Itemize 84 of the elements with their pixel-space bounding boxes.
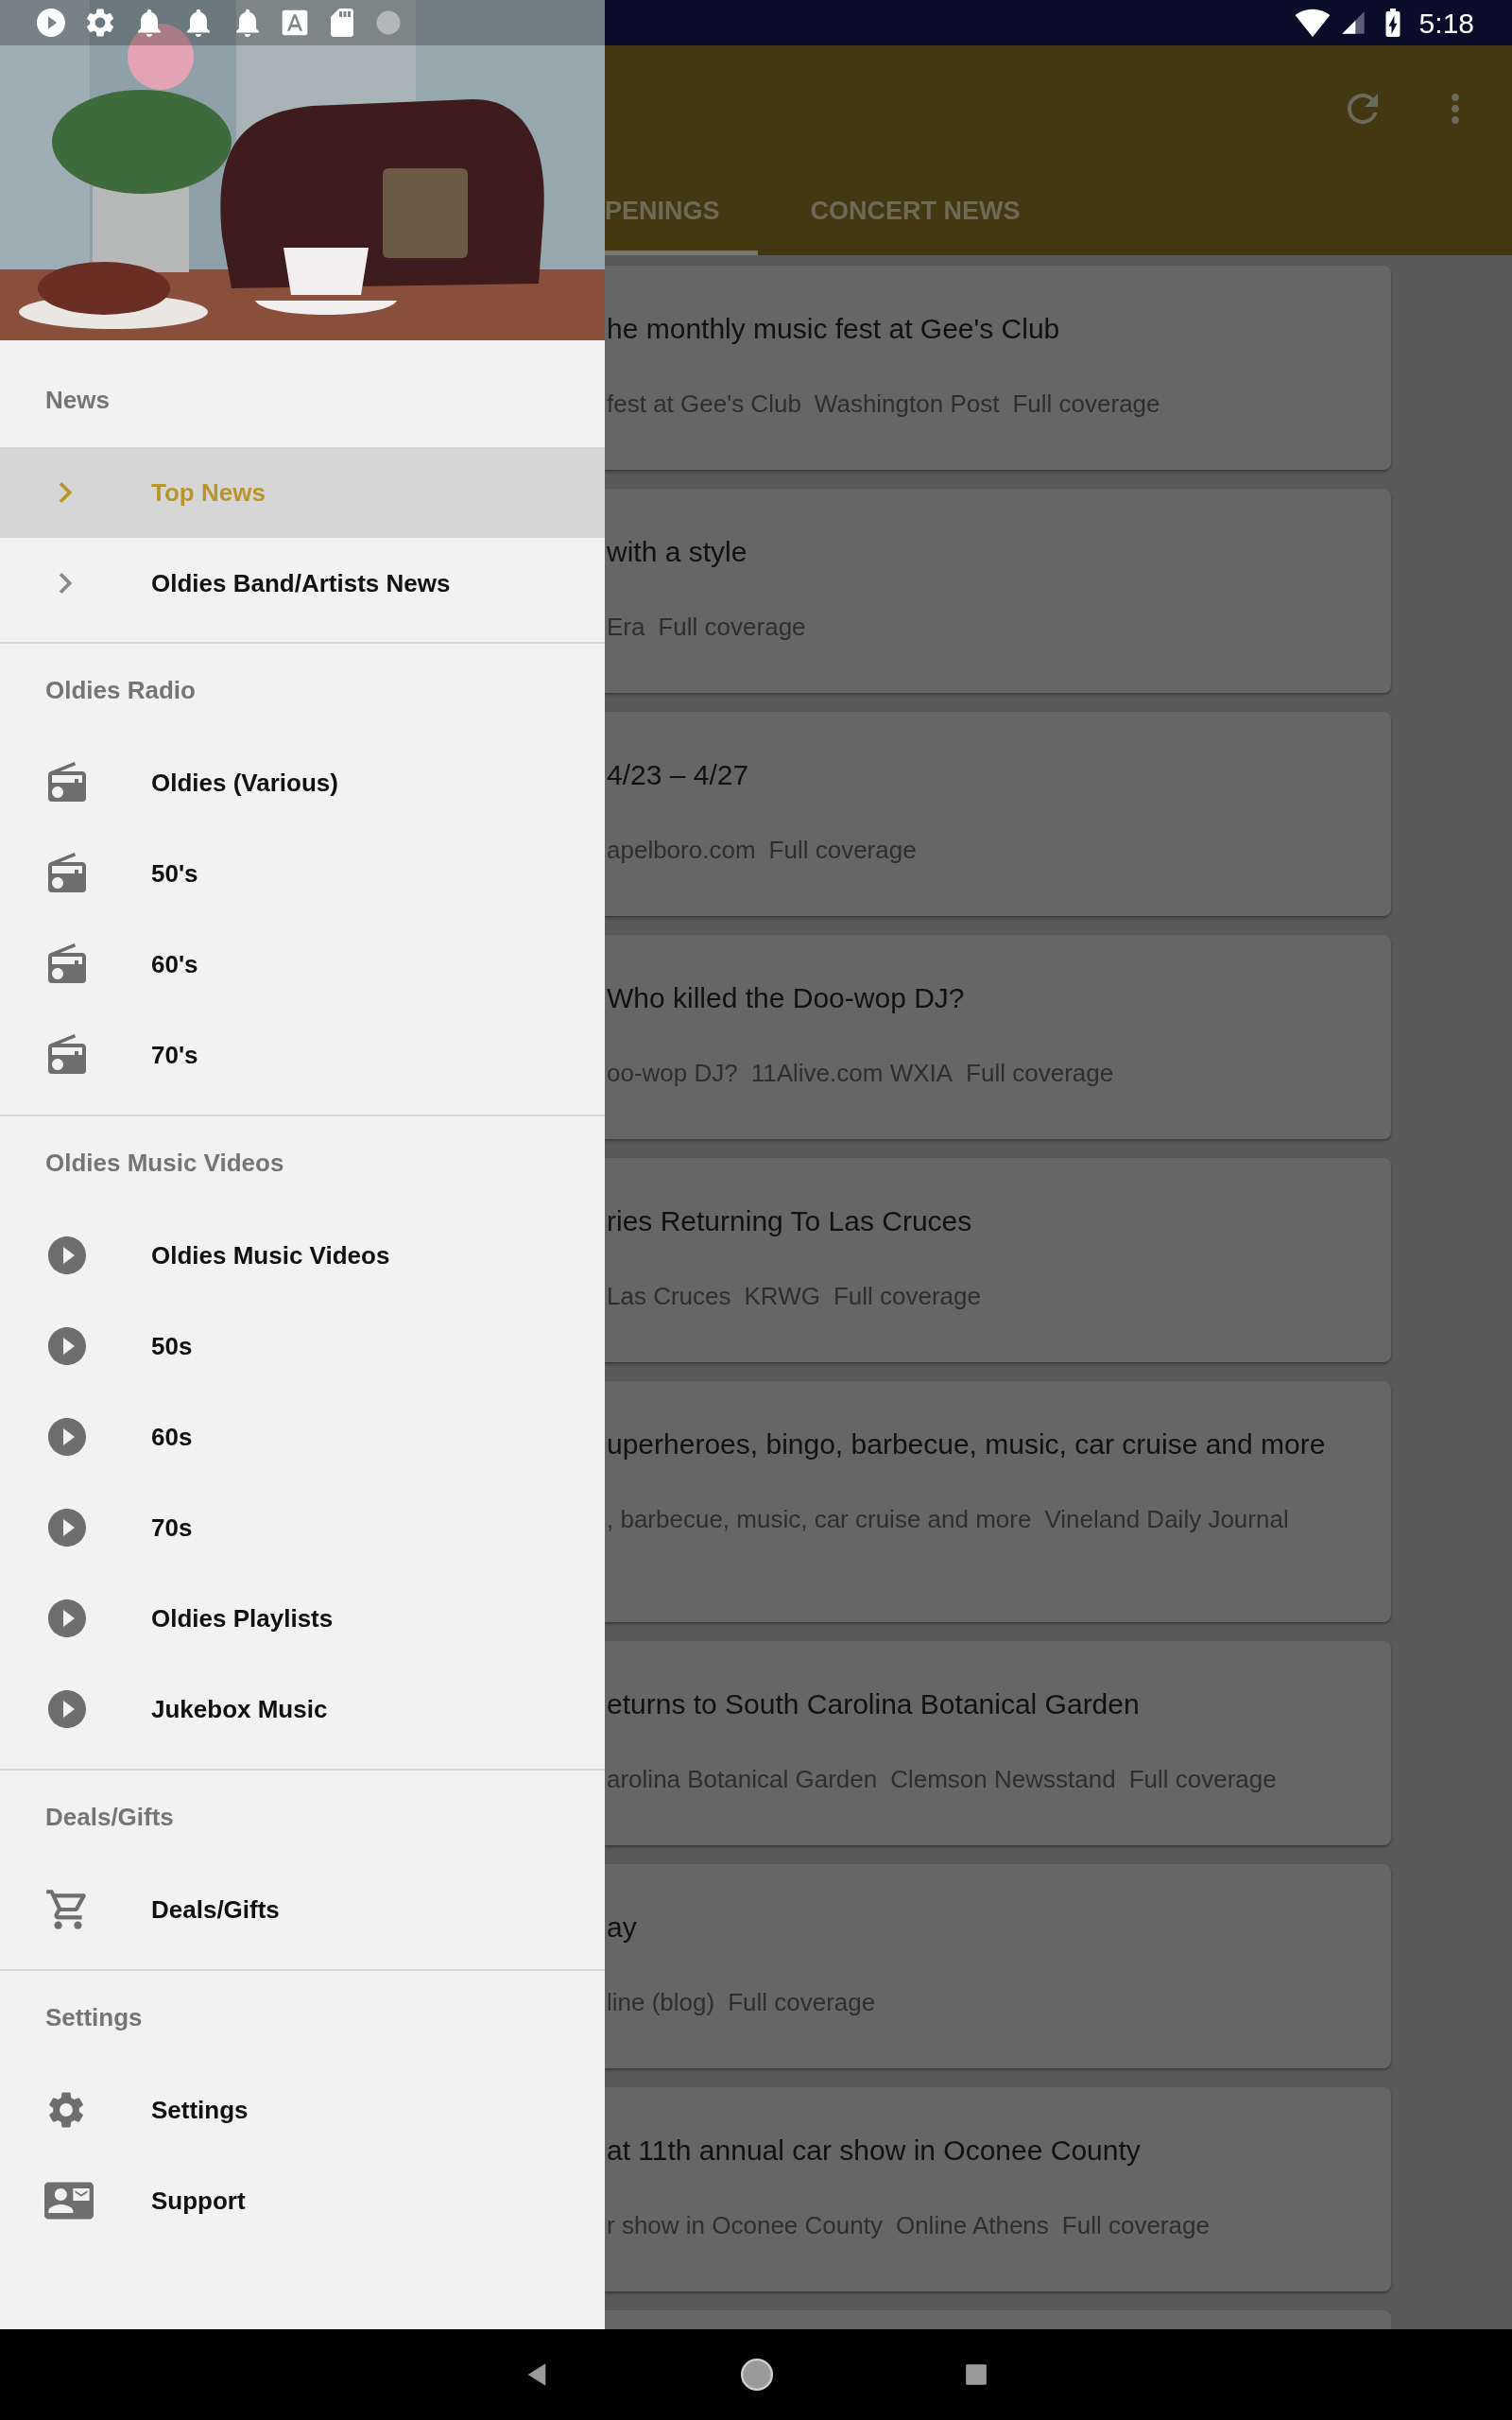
headline: uperheroes, bingo, barbecue, music, car cruise and more (607, 1427, 1327, 1461)
drawer-item-label: Oldies (Various) (151, 767, 338, 799)
home-icon[interactable] (739, 2357, 775, 2393)
source-link[interactable]: Era (607, 609, 645, 646)
circle-icon (374, 9, 403, 37)
news-card[interactable]: ay line (blog) Full coverage (605, 1864, 1391, 2068)
source-link[interactable]: Vineland Daily Journal (1044, 1501, 1289, 1538)
news-card[interactable]: with a style Era Full coverage (605, 489, 1391, 693)
drawer-item-label: 50's (151, 857, 198, 890)
news-card[interactable]: eturns to South Carolina Botanical Garden arolina Botanical Garden Clemson Newsstand Full coverage (605, 1641, 1391, 1845)
source-link[interactable]: Las Cruces (607, 1278, 731, 1315)
drawer-item-label: 70's (151, 1039, 198, 1071)
drawer-item[interactable]: 60s (0, 1392, 605, 1482)
headline: Who killed the Doo-wop DJ? (607, 981, 966, 1015)
drawer-item[interactable]: 70s (0, 1482, 605, 1573)
source-link[interactable]: Full coverage (1012, 386, 1160, 423)
headline: at 11th annual car show in Oconee County (607, 2134, 1142, 2168)
source-link[interactable]: Online Athens (895, 2207, 1049, 2244)
recents-icon[interactable] (964, 2362, 988, 2387)
headline: ries Returning To Las Cruces (607, 1204, 973, 1238)
news-card[interactable]: Who killed the Doo-wop DJ? oo-wop DJ? 11Alive.com WXIA Full coverage (605, 935, 1391, 1139)
headline: he monthly music fest at Gee's Club (607, 312, 1061, 346)
headline: with a style (607, 535, 748, 569)
source-link[interactable]: arolina Botanical Garden (607, 1761, 878, 1798)
drawer-item[interactable]: Settings (0, 2065, 605, 2155)
source-link[interactable]: , barbecue, music, car cruise and more (607, 1501, 1032, 1538)
drawer-item[interactable]: Oldies Music Videos (0, 1210, 605, 1301)
source-link[interactable]: oo-wop DJ? (607, 1055, 738, 1092)
section-header: Settings (45, 2002, 143, 2033)
source-link[interactable]: Full coverage (966, 1055, 1114, 1092)
drawer-item-label: 60s (151, 1421, 193, 1453)
signal-icon (1339, 9, 1366, 36)
drawer-item[interactable]: Support (0, 2155, 605, 2246)
section-header: Oldies Music Videos (45, 1148, 284, 1179)
source-link[interactable]: 11Alive.com WXIA (750, 1055, 954, 1092)
tab[interactable]: CONCERT NEWS (757, 172, 1074, 255)
drawer-item[interactable]: 50s (0, 1301, 605, 1392)
drawer-item[interactable]: Deals/Gifts (0, 1864, 605, 1955)
drawer-item[interactable]: 60's (0, 919, 605, 1010)
news-card[interactable]: ries Returning To Las Cruces Las Cruces KRWG Full coverage (605, 1158, 1391, 1362)
drawer-item[interactable]: Top News (0, 447, 605, 538)
source-link[interactable]: Full coverage (728, 1984, 876, 2021)
drawer-item[interactable]: Jukebox Music (0, 1664, 605, 1754)
status-time: 5:18 (1418, 6, 1474, 41)
source-link[interactable]: Full coverage (658, 609, 806, 646)
source-link[interactable]: Clemson Newsstand (890, 1761, 1116, 1798)
drawer-item[interactable]: Oldies Band/Artists News (0, 538, 605, 629)
drawer-item-label: 60's (151, 948, 198, 980)
news-card[interactable]: he monthly music fest at Gee's Club fest at Gee's Club Washington Post Full coverage (605, 266, 1391, 470)
source-link[interactable]: apelboro.com (607, 832, 756, 869)
section-header: News (45, 385, 110, 416)
headline: 4/23 – 4/27 (607, 758, 750, 792)
news-card[interactable]: 4/23 – 4/27 apelboro.com Full coverage (605, 712, 1391, 916)
drawer-item-label: Jukebox Music (151, 1693, 328, 1725)
source-link[interactable]: Full coverage (833, 1278, 981, 1315)
tab[interactable]: PENINGS (605, 172, 758, 255)
source-link[interactable]: Full coverage (768, 832, 917, 869)
source-link[interactable]: KRWG (744, 1278, 820, 1315)
drawer-item-label: Support (151, 2185, 246, 2217)
drawer-item[interactable]: 70's (0, 1010, 605, 1100)
drawer-item-label: Deals/Gifts (151, 1893, 280, 1926)
news-card[interactable]: at 11th annual car show in Oconee County r show in Oconee County Online Athens Full coverage (605, 2087, 1391, 2291)
drawer-item-label: Oldies Playlists (151, 1602, 334, 1634)
source-link[interactable]: line (blog) (607, 1984, 715, 2021)
drawer-item-label: 50s (151, 1330, 193, 1362)
section-header: Deals/Gifts (45, 1802, 174, 1833)
drawer-item[interactable]: Oldies (Various) (0, 737, 605, 828)
source-link[interactable]: r show in Oconee County (607, 2207, 883, 2244)
drawer-item-label: Top News (151, 476, 266, 509)
drawer-item-label: Settings (151, 2094, 249, 2126)
drawer-item-label: 70s (151, 1512, 193, 1544)
source-link[interactable]: Full coverage (1061, 2207, 1210, 2244)
drawer-item[interactable]: Oldies Playlists (0, 1573, 605, 1664)
headline: ay (607, 1910, 638, 1945)
drawer-item-label: Oldies Music Videos (151, 1239, 390, 1271)
headline: eturns to South Carolina Botanical Garden (607, 1687, 1141, 1721)
drawer-item[interactable]: 50's (0, 828, 605, 919)
source-link[interactable]: fest at Gee's Club (607, 386, 801, 423)
source-link[interactable]: Washington Post (814, 386, 1000, 423)
news-card[interactable]: uperheroes, bingo, barbecue, music, car cruise and more , barbecue, music, car cruise and more Vineland Daily Journal (605, 1381, 1391, 1622)
drawer-item-label: Oldies Band/Artists News (151, 567, 451, 599)
section-header: Oldies Radio (45, 675, 196, 706)
source-link[interactable]: Full coverage (1128, 1761, 1277, 1798)
font-box-icon (280, 8, 310, 38)
